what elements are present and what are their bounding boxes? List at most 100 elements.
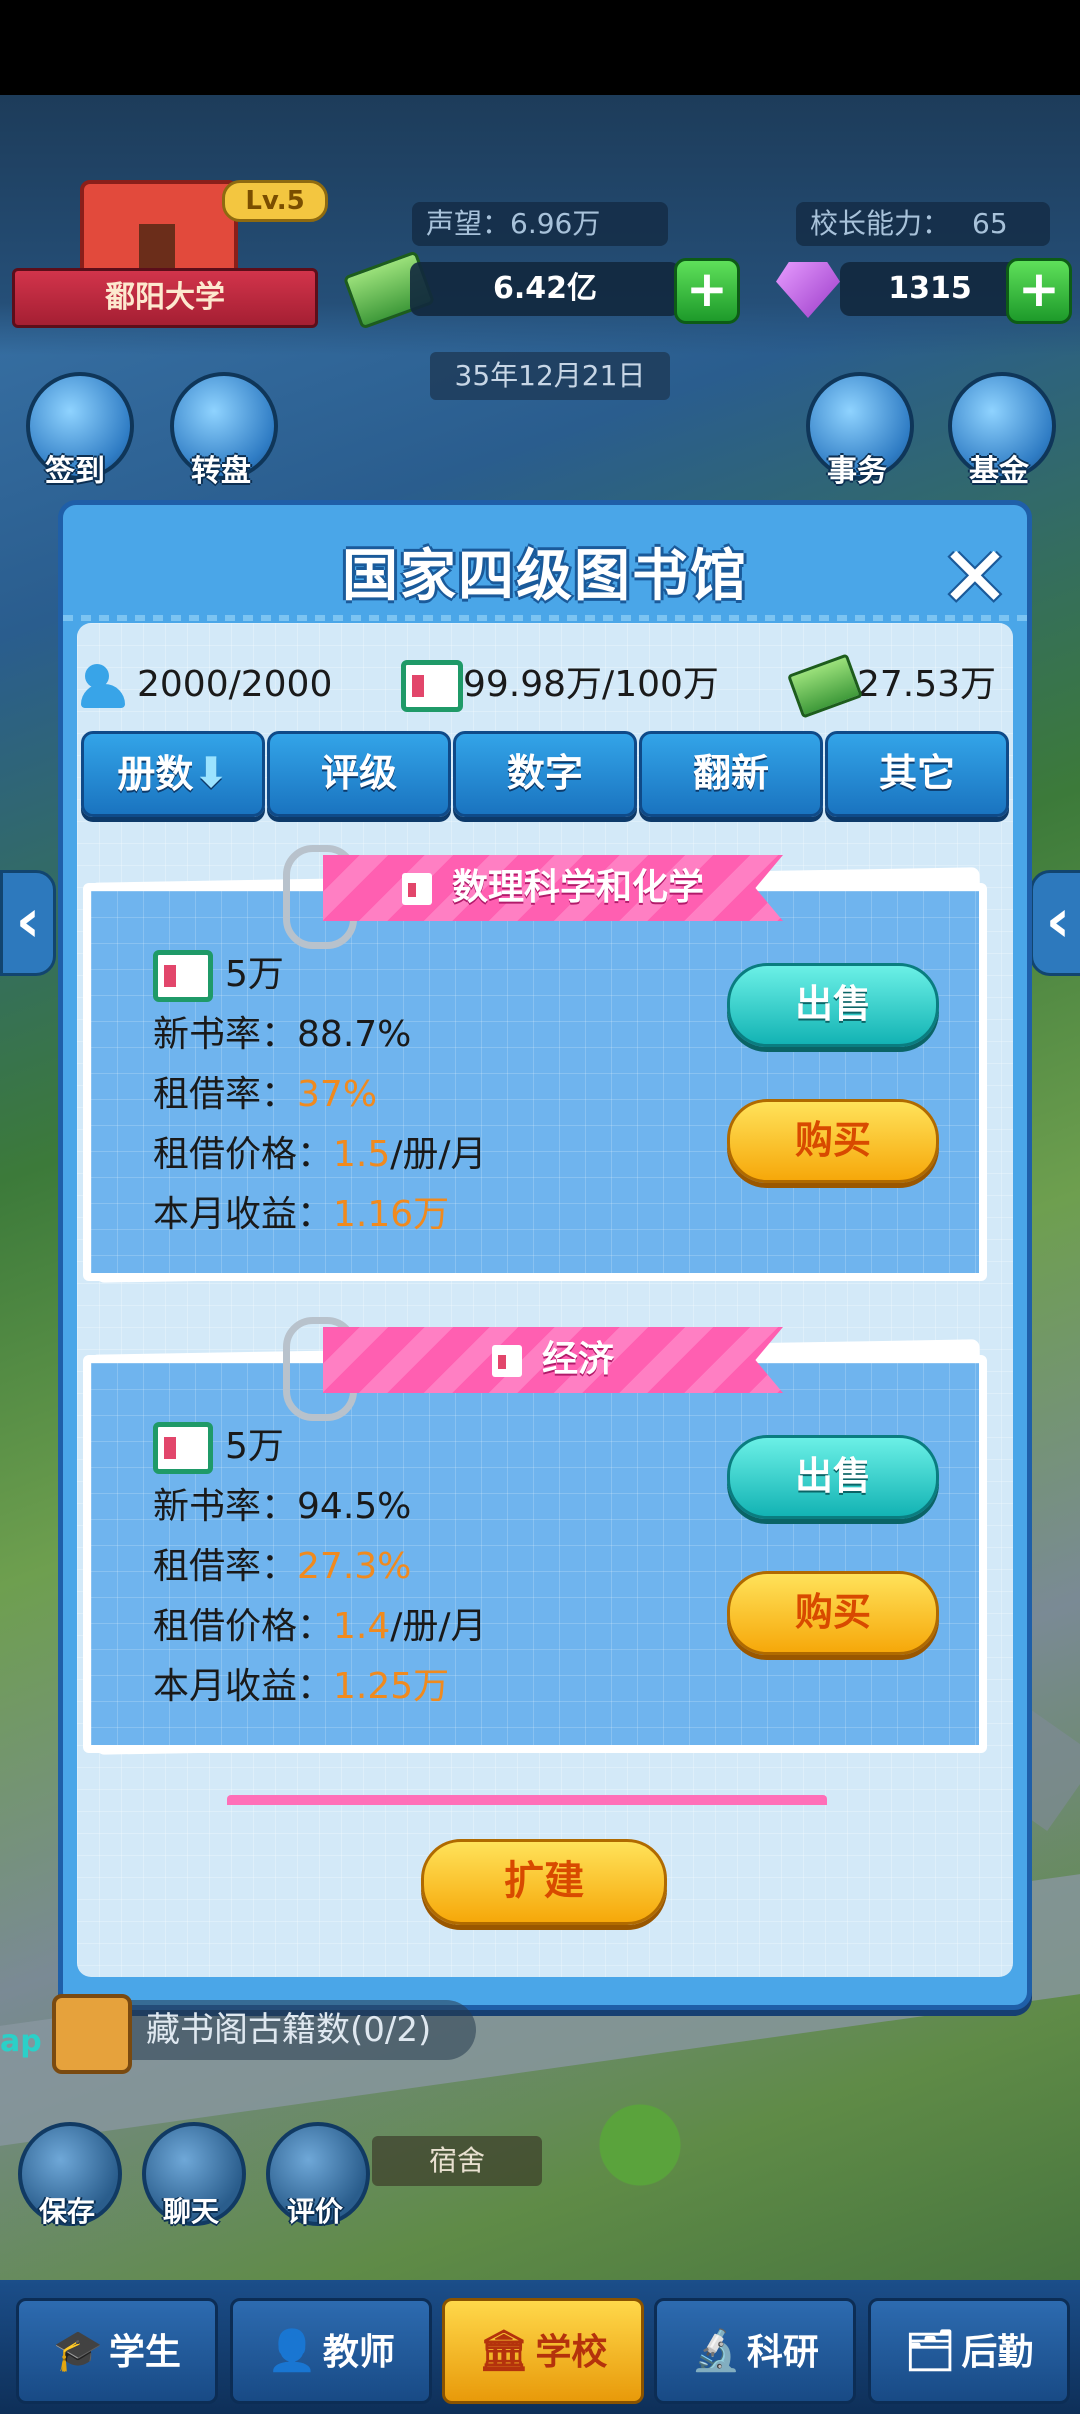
gems-value: 1315 — [840, 262, 1020, 316]
expand-button[interactable]: 扩建 — [421, 1839, 667, 1925]
income-row: 本月收益：1.16万 — [153, 1185, 487, 1245]
dorm-label: 宿舍 — [372, 2136, 542, 2186]
price-value: 1.5 — [333, 1134, 391, 1175]
new-rate-label: 新书率： — [153, 1486, 298, 1527]
fund-label: 基金 — [969, 454, 1029, 489]
checkin-label: 签到 — [45, 454, 105, 489]
price-value: 1.4 — [333, 1606, 391, 1647]
sell-button[interactable]: 出售 — [727, 963, 939, 1047]
category-ribbon: 经济 — [323, 1327, 783, 1393]
tab-bar: 册数⬇ 评级 数字 翻新 其它 — [81, 731, 1009, 817]
category-name: 数理科学和化学 — [451, 867, 704, 908]
book-category-list[interactable]: 数理科学和化学 5万 新书率：88.7% 租借率：37% 租借价格：1.5/册/… — [77, 835, 1013, 1805]
tab-digital[interactable]: 数字 — [453, 731, 637, 817]
rent-rate-label: 租借率： — [153, 1074, 298, 1115]
nav-teachers[interactable]: 👤 教师 — [230, 2298, 432, 2404]
books-stat: 99.98万/100万 — [401, 645, 719, 725]
nav-logistics[interactable]: 🗂 后勤 — [868, 2298, 1070, 2404]
tab-rating[interactable]: 评级 — [267, 731, 451, 817]
nav-logistics-label: 后勤 — [961, 2332, 1034, 2373]
right-arrow-button[interactable]: ‹ — [1030, 870, 1080, 976]
add-money-button[interactable]: + — [674, 258, 740, 324]
stats-row: 2000/2000 99.98万/100万 27.53万 — [81, 645, 1009, 725]
bookshelf-icon — [52, 1994, 132, 2074]
price-label: 租借价格： — [153, 1134, 334, 1175]
app-edge-text: ap — [0, 2024, 42, 2059]
nav-research-label: 科研 — [746, 2332, 819, 2373]
new-rate-row: 新书率：94.5% — [153, 1477, 487, 1537]
level-badge: Lv.5 — [222, 180, 328, 222]
money-value: 6.42亿 — [410, 262, 680, 316]
modal-title: 国家四级图书馆 — [342, 544, 748, 609]
reputation-pill: 声望：6.96万 — [412, 202, 668, 246]
book-count: 5万 — [225, 954, 284, 995]
title-divider — [63, 615, 1027, 621]
rent-rate-value: 37% — [297, 1074, 378, 1115]
category-info: 5万 新书率：88.7% 租借率：37% 租借价格：1.5/册/月 本月收益：1… — [153, 945, 487, 1245]
tab-renovate-label: 翻新 — [692, 751, 769, 795]
sell-button[interactable]: 出售 — [727, 1435, 939, 1519]
library-modal: 国家四级图书馆 ✕ 2000/2000 99.98万/100万 27.53万 册… — [58, 500, 1032, 2010]
price-unit: /册/月 — [390, 1606, 487, 1647]
students-value: 2000/2000 — [137, 664, 333, 705]
game-date: 35年12月21日 — [430, 352, 670, 400]
new-rate-label: 新书率： — [153, 1014, 298, 1055]
tab-other-label: 其它 — [878, 751, 955, 795]
nav-school-label: 学校 — [535, 2332, 608, 2373]
buy-button[interactable]: 购买 — [727, 1571, 939, 1655]
add-gems-button[interactable]: + — [1006, 258, 1072, 324]
rent-rate-label: 租借率： — [153, 1546, 298, 1587]
wheel-label: 转盘 — [191, 454, 251, 489]
bottom-nav: 🎓 学生 👤 教师 🏛 学校 🔬 科研 🗂 后勤 — [0, 2280, 1080, 2414]
principal-label: 校长能力： — [810, 207, 951, 240]
category-card: 经济 5万 新书率：94.5% 租借率：27.3% 租借价格：1.4/册/月 本… — [83, 1317, 987, 1755]
next-card-peek — [227, 1795, 827, 1805]
price-label: 租借价格： — [153, 1606, 334, 1647]
principal-pill: 校长能力： 65 — [796, 202, 1050, 246]
book-icon — [491, 1345, 522, 1377]
reputation-label: 声望： — [426, 207, 511, 240]
school-name: 鄱阳大学 — [12, 268, 318, 328]
nav-school[interactable]: 🏛 学校 — [442, 2298, 644, 2404]
category-ribbon: 数理科学和化学 — [323, 855, 783, 921]
category-card: 数理科学和化学 5万 新书率：88.7% 租借率：37% 租借价格：1.5/册/… — [83, 845, 987, 1283]
chat-label: 聊天 — [162, 2195, 219, 2228]
tab-renovate[interactable]: 翻新 — [639, 731, 823, 817]
money-stat: 27.53万 — [787, 645, 997, 725]
nav-students[interactable]: 🎓 学生 — [16, 2298, 218, 2404]
price-unit: /册/月 — [390, 1134, 487, 1175]
price-row: 租借价格：1.5/册/月 — [153, 1125, 487, 1185]
book-count-row: 5万 — [153, 1417, 487, 1477]
income-label: 本月收益： — [153, 1194, 334, 1235]
close-button[interactable]: ✕ — [935, 535, 1015, 619]
students-stat: 2000/2000 — [81, 645, 332, 725]
tab-other[interactable]: 其它 — [825, 731, 1009, 817]
category-info: 5万 新书率：94.5% 租借率：27.3% 租借价格：1.4/册/月 本月收益… — [153, 1417, 487, 1717]
new-rate-value: 94.5% — [297, 1486, 412, 1527]
income-row: 本月收益：1.25万 — [153, 1657, 487, 1717]
graduation-cap-icon: 🎓 — [53, 2328, 103, 2374]
book-count-row: 5万 — [153, 945, 487, 1005]
book-icon — [401, 873, 432, 905]
review-label: 评价 — [286, 2195, 343, 2228]
library-money-value: 27.53万 — [857, 664, 997, 705]
nav-teachers-label: 教师 — [322, 2332, 395, 2373]
left-arrow-button[interactable]: ‹ — [0, 870, 56, 976]
books-value: 99.98万/100万 — [463, 664, 719, 705]
save-label: 保存 — [38, 2195, 95, 2228]
sort-down-icon: ⬇ — [193, 748, 229, 797]
category-name: 经济 — [541, 1339, 614, 1380]
school-icon: 🏛 — [478, 2328, 530, 2374]
microscope-icon: 🔬 — [691, 2328, 741, 2374]
tab-rating-label: 评级 — [320, 751, 397, 795]
logistics-icon: 🗂 — [904, 2328, 956, 2374]
book-icon — [153, 950, 213, 1002]
affairs-label: 事务 — [827, 454, 887, 489]
nav-research[interactable]: 🔬 科研 — [654, 2298, 856, 2404]
principal-value: 65 — [972, 207, 1008, 240]
cash-icon — [787, 653, 863, 719]
tab-volume[interactable]: 册数⬇ — [81, 731, 265, 817]
buy-button[interactable]: 购买 — [727, 1099, 939, 1183]
rent-rate-row: 租借率：37% — [153, 1065, 487, 1125]
book-count: 5万 — [225, 1426, 284, 1467]
